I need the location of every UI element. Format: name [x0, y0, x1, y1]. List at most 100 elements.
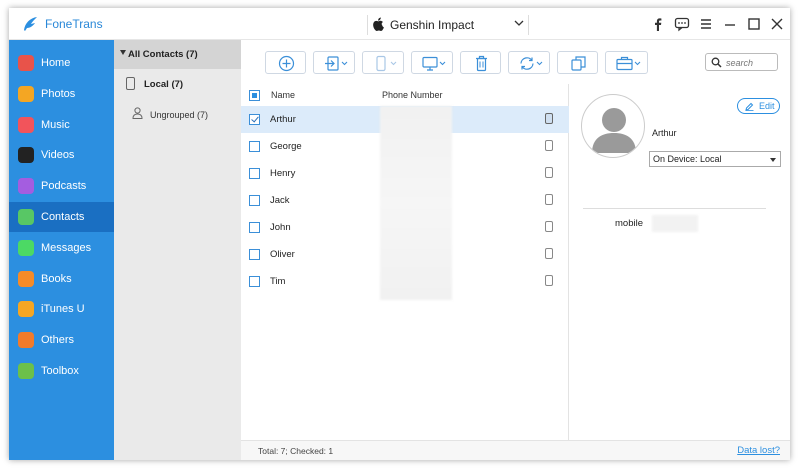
sidebar-item-label: Videos [41, 149, 75, 162]
pencil-icon [745, 102, 754, 111]
row-checkbox[interactable] [249, 141, 260, 152]
delete-button[interactable] [460, 51, 501, 74]
device-name: Genshin Impact [390, 18, 475, 32]
import-button[interactable] [313, 51, 355, 74]
row-checkbox[interactable] [249, 249, 260, 260]
books-icon [18, 270, 34, 287]
sidebar-item-videos[interactable]: Videos [9, 140, 114, 170]
videos-icon [18, 147, 34, 164]
contact-name: Arthur [652, 128, 677, 138]
device-storage-icon [545, 167, 553, 178]
device-storage-icon [545, 140, 553, 151]
list-header: Name Phone Number [241, 84, 569, 106]
apple-icon [373, 17, 384, 31]
sidebar-item-label: Toolbox [41, 365, 79, 377]
sidebar-item-contacts[interactable]: Contacts [9, 202, 114, 232]
sidebar-item-others[interactable]: Others [9, 325, 114, 355]
photos-icon [18, 85, 34, 102]
data-lost-link[interactable]: Data lost? [737, 445, 780, 456]
storage-location-select[interactable]: On Device: Local [649, 151, 781, 167]
row-checkbox[interactable] [249, 114, 260, 125]
menu-icon[interactable] [698, 16, 714, 32]
minimize-icon[interactable] [722, 16, 738, 32]
sidebar-item-label: Others [41, 334, 75, 347]
device-storage-icon [545, 248, 553, 259]
expand-triangle-icon [120, 50, 126, 55]
sidebar-item-music[interactable]: Music [9, 110, 114, 140]
select-all-checkbox[interactable] [249, 90, 260, 101]
group-local-label: Local (7) [144, 79, 184, 90]
device-storage-icon [545, 221, 553, 232]
close-icon[interactable] [769, 16, 785, 32]
group-all-contacts-label: All Contacts (7) [128, 49, 198, 60]
group-all-contacts[interactable]: All Contacts (7) [114, 40, 241, 69]
sidebar-item-books[interactable]: Books [9, 264, 114, 294]
phone-icon [126, 77, 135, 90]
sidebar-item-label: Home [41, 57, 71, 69]
device-storage-icon [545, 194, 553, 205]
device-selector[interactable]: Genshin Impact [367, 15, 529, 35]
edit-button-label: Edit [759, 101, 775, 111]
export-to-device-icon [376, 55, 397, 72]
contact-name-cell: Arthur [270, 114, 296, 125]
device-storage-icon [545, 113, 553, 124]
sidebar: Home Photos Music Videos Podcasts Contacts Mes… [9, 40, 114, 460]
sync-button[interactable] [508, 51, 550, 74]
status-summary: Total: 7; Checked: 1 [258, 446, 334, 456]
search-input[interactable] [726, 56, 774, 69]
sidebar-item-label: Photos [41, 87, 76, 100]
sidebar-item-label: Podcasts [41, 180, 87, 193]
contact-detail-panel: Edit Arthur On Device: Local mobile [570, 84, 790, 440]
facebook-icon[interactable] [650, 16, 666, 32]
sidebar-item-messages[interactable]: Messages [9, 233, 114, 263]
add-contact-button[interactable] [265, 51, 306, 74]
search-icon [711, 57, 722, 68]
contact-name-cell: Tim [270, 276, 286, 287]
edit-button[interactable]: Edit [737, 98, 780, 114]
toolbar [241, 40, 790, 84]
person-icon [132, 107, 143, 119]
toolbox-button[interactable] [605, 51, 648, 74]
podcasts-icon [18, 178, 34, 195]
contact-name-cell: Jack [270, 195, 290, 206]
maximize-icon[interactable] [746, 16, 762, 32]
contacts-icon [18, 209, 34, 225]
export-to-pc-button[interactable] [411, 51, 453, 74]
duplicate-button[interactable] [557, 51, 598, 74]
sidebar-item-toolbox[interactable]: Toolbox [9, 356, 114, 386]
app-name: FoneTrans [45, 17, 103, 31]
dropdown-arrow-icon [770, 158, 776, 162]
phone-number-redaction [380, 106, 452, 300]
sidebar-item-home[interactable]: Home [9, 48, 114, 78]
contact-name-cell: John [270, 222, 291, 233]
contact-name-cell: Henry [270, 168, 296, 179]
row-checkbox[interactable] [249, 276, 260, 287]
sidebar-item-label: iTunes U [41, 303, 85, 316]
feedback-icon[interactable] [674, 16, 690, 32]
group-local[interactable]: Local (7) [114, 69, 241, 99]
column-header-phone[interactable]: Phone Number [382, 90, 443, 100]
sidebar-item-photos[interactable]: Photos [9, 79, 114, 109]
import-icon [325, 56, 348, 71]
title-bar: FoneTrans Genshin Impact [9, 8, 790, 40]
contacts-list: Name Phone Number Arthur George Henry Jack J… [241, 84, 569, 440]
avatar-placeholder-icon [592, 108, 636, 153]
row-checkbox[interactable] [249, 222, 260, 233]
contact-avatar[interactable] [581, 94, 645, 158]
messages-icon [18, 239, 34, 256]
column-header-name[interactable]: Name [271, 90, 295, 100]
chevron-down-icon [514, 20, 524, 26]
search-box[interactable] [705, 53, 778, 71]
delete-icon [476, 55, 487, 72]
music-icon [18, 116, 34, 133]
device-storage-icon [545, 275, 553, 286]
export-to-device-button[interactable] [362, 51, 404, 74]
sidebar-item-itunes-u[interactable]: iTunes U [9, 294, 114, 324]
sidebar-item-podcasts[interactable]: Podcasts [9, 171, 114, 201]
contact-groups-panel: All Contacts (7) Local (7) Ungrouped (7) [114, 40, 241, 460]
toolbox-briefcase-icon [616, 56, 641, 71]
group-ungrouped-label: Ungrouped (7) [150, 110, 209, 120]
group-ungrouped[interactable]: Ungrouped (7) [114, 100, 241, 128]
row-checkbox[interactable] [249, 168, 260, 179]
row-checkbox[interactable] [249, 195, 260, 206]
